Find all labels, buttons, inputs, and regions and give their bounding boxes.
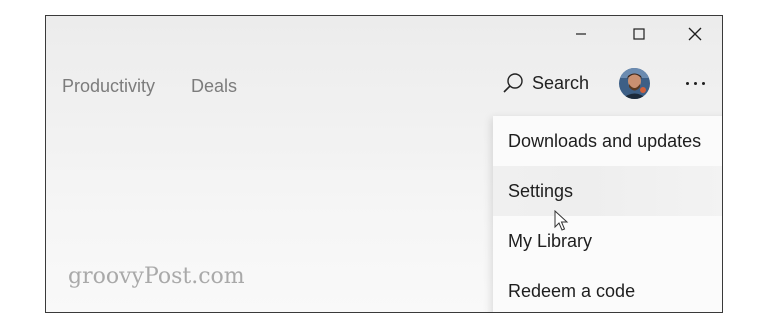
- close-button[interactable]: [666, 16, 722, 52]
- more-dot: [701, 81, 705, 85]
- more-options-button[interactable]: [678, 70, 712, 96]
- nav-item-deals[interactable]: Deals: [191, 76, 237, 97]
- watermark: groovyPost.com: [68, 264, 245, 289]
- close-icon: [688, 27, 702, 41]
- search-label: Search: [532, 72, 590, 93]
- maximize-icon: [633, 28, 645, 40]
- menu-item-redeem-a-code[interactable]: Redeem a code: [493, 266, 722, 312]
- app-window: Productivity Deals Search Downloads and …: [45, 15, 723, 313]
- maximize-button[interactable]: [610, 16, 668, 52]
- menu-item-downloads-and-updates[interactable]: Downloads and updates: [493, 116, 722, 166]
- mouse-cursor-icon: [554, 210, 569, 231]
- avatar-icon: [619, 68, 650, 99]
- more-dot: [685, 81, 689, 85]
- more-dot: [693, 81, 697, 85]
- search-button[interactable]: Search: [502, 72, 589, 94]
- user-avatar[interactable]: [619, 68, 650, 99]
- minimize-icon: [576, 33, 586, 35]
- nav-item-productivity[interactable]: Productivity: [62, 76, 155, 97]
- menu-item-settings[interactable]: Settings: [493, 166, 722, 216]
- overflow-menu: Downloads and updates Settings My Librar…: [493, 116, 722, 312]
- minimize-button[interactable]: [552, 16, 610, 52]
- search-icon: [503, 73, 523, 93]
- menu-item-my-library[interactable]: My Library: [493, 216, 722, 266]
